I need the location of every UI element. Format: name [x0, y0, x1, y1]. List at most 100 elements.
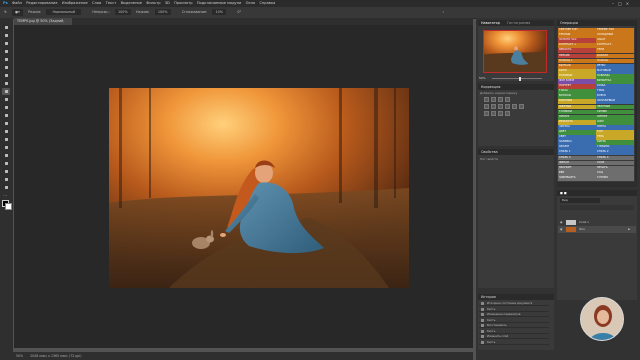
status-zoom[interactable]: 50%	[16, 354, 23, 358]
type-tool-icon[interactable]	[2, 152, 10, 159]
adjustments-panel	[478, 90, 554, 146]
more-tools-icon[interactable]: ⋯	[3, 193, 7, 198]
close-icon[interactable]: ×	[626, 1, 633, 6]
frame-tool-icon[interactable]	[2, 64, 10, 71]
adjustments-subtitle: Добавить корректировку	[480, 91, 518, 95]
eraser-tool-icon[interactable]	[2, 112, 10, 119]
channel-mixer-adjust-icon[interactable]	[519, 104, 524, 109]
brush-tool-icon[interactable]: ✎	[4, 7, 7, 18]
navigator-thumbnail[interactable]	[483, 30, 547, 73]
menu-window[interactable]: Окно	[246, 0, 256, 7]
color-balance-adjust-icon[interactable]	[498, 104, 503, 109]
mode-select[interactable]: Нормальный	[46, 9, 82, 15]
photo-filter-adjust-icon[interactable]	[512, 104, 517, 109]
dodge-tool-icon[interactable]	[2, 136, 10, 143]
brush-preset-picker[interactable]: ●▾	[12, 9, 23, 16]
bw-adjust-icon[interactable]	[505, 104, 510, 109]
properties-empty-text: Нет свойств	[480, 157, 498, 161]
vibrance-adjust-icon[interactable]	[484, 104, 489, 109]
status-bar: 50% 2048 пикс x 1365 пикс (72 ppi)	[0, 352, 473, 360]
marquee-tool-icon[interactable]	[2, 32, 10, 39]
eye-icon[interactable]: ◉	[560, 220, 562, 224]
layers-search-field[interactable]: Вид	[560, 198, 600, 203]
healing-tool-icon[interactable]	[2, 80, 10, 87]
brush-tool-selected-icon[interactable]	[2, 88, 10, 95]
tab-navigator[interactable]: Навигатор	[481, 21, 500, 25]
eye-icon[interactable]: ◉	[560, 227, 562, 231]
hue-sat-adjust-icon[interactable]	[491, 104, 496, 109]
shape-tool-icon[interactable]	[2, 168, 10, 175]
layer-row-1[interactable]: ◉ Слой 1	[558, 219, 636, 226]
smoothing-value[interactable]: 10%	[212, 9, 227, 15]
exposure-adjust-icon[interactable]	[505, 97, 510, 102]
menu-select[interactable]: Выделение	[121, 0, 142, 7]
background-color-swatch[interactable]	[5, 203, 12, 210]
menu-filter[interactable]: Фильтр	[146, 0, 160, 7]
eyedropper-tool-icon[interactable]	[2, 72, 10, 79]
navigator-zoom-value[interactable]: 50%	[479, 76, 486, 80]
smoothing-label: Сглаживание:	[181, 10, 208, 14]
status-doc-info: 2048 пикс x 1365 пикс (72 ppi)	[30, 354, 82, 358]
properties-panel	[478, 155, 554, 288]
search-icon[interactable]: ⌕	[442, 7, 444, 18]
navigator-slider-handle[interactable]	[519, 76, 521, 81]
layers-blend-row	[560, 205, 634, 210]
zoom-tool-icon[interactable]	[2, 184, 10, 191]
pen-tool-icon[interactable]	[2, 144, 10, 151]
blur-tool-icon[interactable]	[2, 128, 10, 135]
move-tool-icon[interactable]	[2, 24, 10, 31]
window-controls: –□×	[612, 0, 640, 7]
document-tab[interactable]: TEMP0.jpg @ 50% (Задний, RGB/8) *	[14, 18, 72, 30]
tab-histogram[interactable]: Гистограмма	[507, 21, 530, 25]
opacity-label: Непрозр.:	[92, 10, 110, 14]
actions-scrollbar[interactable]	[635, 26, 637, 186]
flow-value[interactable]: 100%	[154, 9, 171, 15]
stamp-tool-icon[interactable]	[2, 96, 10, 103]
maximize-icon[interactable]: □	[618, 1, 626, 6]
document-tab-bar	[14, 18, 473, 25]
menu-3d[interactable]: 3D	[165, 0, 170, 7]
lock-icon: ▪	[628, 227, 630, 231]
ps-logo[interactable]: Ps	[3, 0, 8, 7]
menu-help[interactable]: Справка	[259, 0, 275, 7]
path-select-tool-icon[interactable]	[2, 160, 10, 167]
menu-plugins[interactable]: Подключаемые модули	[197, 0, 241, 7]
menu-type[interactable]: Текст	[106, 0, 117, 7]
lasso-tool-icon[interactable]	[2, 40, 10, 47]
layer-thumb-background	[566, 227, 576, 232]
layer-row-background[interactable]: ◉ Фон ▪	[558, 226, 636, 233]
history-item[interactable]: Кисть	[479, 340, 549, 345]
layer-name-background: Фон	[579, 227, 585, 231]
angle-value[interactable]: 0°	[237, 7, 241, 18]
menu-file[interactable]: Файл	[12, 0, 22, 7]
hand-tool-icon[interactable]	[2, 176, 10, 183]
layer-thumb-1	[566, 220, 576, 225]
quick-select-tool-icon[interactable]	[2, 48, 10, 55]
action-button[interactable]: ГОТОВО	[596, 175, 634, 181]
action-button[interactable]: ЗАВЕРШИТЬ	[558, 175, 596, 181]
opacity-value[interactable]: 100%	[114, 9, 131, 15]
photo-girl-with-rabbit	[109, 88, 409, 288]
menu-edit[interactable]: Редактирование	[26, 0, 57, 7]
history-brush-tool-icon[interactable]	[2, 104, 10, 111]
layer-name-1: Слой 1	[579, 220, 589, 224]
invert-adjust-icon[interactable]	[484, 111, 489, 116]
mode-label: Режим:	[28, 10, 42, 14]
crop-tool-icon[interactable]	[2, 56, 10, 63]
gradient-map-adjust-icon[interactable]	[505, 111, 510, 116]
threshold-adjust-icon[interactable]	[498, 111, 503, 116]
menu-image[interactable]: Изображение	[62, 0, 88, 7]
layers-tab[interactable]: ◼ ◼	[560, 191, 567, 195]
document-canvas-image[interactable]	[109, 88, 409, 288]
navigator-preview-image	[484, 31, 546, 72]
presenter-avatar	[581, 298, 623, 340]
brightness-adjust-icon[interactable]	[484, 97, 489, 102]
menu-layers[interactable]: Слои	[92, 0, 101, 7]
gradient-tool-icon[interactable]	[2, 120, 10, 127]
navigator-zoom-slider[interactable]	[492, 78, 542, 79]
curves-adjust-icon[interactable]	[498, 97, 503, 102]
menu-view[interactable]: Просмотр	[174, 0, 192, 7]
posterize-adjust-icon[interactable]	[491, 111, 496, 116]
levels-adjust-icon[interactable]	[491, 97, 496, 102]
webcam-overlay	[580, 297, 624, 341]
